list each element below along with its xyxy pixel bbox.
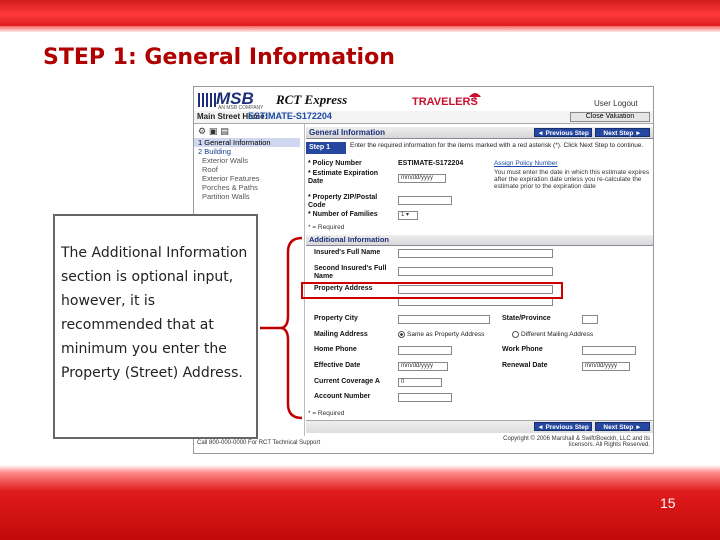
msb-bars-icon (198, 93, 216, 107)
product-name: RCT Express (276, 92, 348, 107)
work-phone-label: Work Phone (502, 346, 543, 353)
previous-step-button-bottom[interactable]: ◄ Previous Step (534, 422, 592, 431)
property-city-input[interactable] (398, 315, 490, 324)
state-label: State/Province (502, 315, 551, 322)
account-number-input[interactable] (398, 393, 452, 402)
policy-number-label: * Policy Number (308, 160, 362, 167)
property-address-highlight (301, 282, 563, 299)
required-note: * = Required (308, 224, 345, 231)
work-phone-input[interactable] (582, 346, 636, 355)
section-title: General Information (309, 128, 386, 137)
additional-info-title: Additional Information (309, 235, 389, 244)
expiration-note: You must enter the date in which this es… (494, 169, 650, 190)
insured-name-label: Insured's Full Name (314, 249, 381, 256)
top-red-band (0, 0, 720, 32)
nav-item-exterior-walls[interactable]: Exterior Walls (202, 156, 248, 165)
renewal-date-input[interactable]: mm/dd/yyyy (582, 362, 630, 371)
insured-name-input[interactable] (398, 249, 553, 258)
different-mailing-radio[interactable]: Different Mailing Address (512, 331, 593, 338)
home-phone-input[interactable] (398, 346, 452, 355)
next-step-button-bottom[interactable]: Next Step ► (595, 422, 650, 431)
nav-item-exterior-features[interactable]: Exterior Features (202, 174, 260, 183)
effective-date-input[interactable]: mm/dd/yyyy (398, 362, 448, 371)
families-label: * Number of Families (308, 211, 378, 218)
copyright-text: Copyright © 2006 Marshall & Swift/Boeckh… (503, 436, 650, 448)
next-step-button[interactable]: Next Step ► (595, 128, 650, 137)
second-insured-label: Second Insured's Full Name (314, 265, 387, 280)
required-note-2: * = Required (308, 410, 345, 417)
expiration-date-input[interactable]: mm/dd/yyyy (398, 174, 446, 183)
property-city-label: Property City (314, 315, 358, 322)
nav-item-general[interactable]: 1 General Information (194, 138, 300, 147)
brace-connector (260, 236, 303, 420)
previous-step-button[interactable]: ◄ Previous Step (534, 128, 592, 137)
umbrella-icon (469, 93, 481, 101)
slide-title: STEP 1: General Information (43, 45, 395, 70)
nav-item-porches[interactable]: Porches & Paths (202, 183, 258, 192)
families-select[interactable]: 1 ▾ (398, 211, 418, 220)
estimate-id: ESTIMATE-S172204 (248, 111, 332, 121)
support-text: Call 800-000-0000 For RCT Technical Supp… (197, 440, 321, 446)
screenshot-footer: Call 800-000-0000 For RCT Technical Supp… (194, 436, 653, 448)
same-as-property-radio[interactable]: Same as Property Address (398, 331, 484, 338)
estimate-header: Main Street Home: ESTIMATE-S172204 Close… (194, 111, 653, 124)
callout-text: The Additional Information section is op… (61, 245, 248, 381)
nav-toolbar-icons[interactable]: ⚙ ▣ ▤ (198, 127, 229, 137)
additional-info-header: Additional Information (306, 235, 653, 246)
state-input[interactable] (582, 315, 598, 324)
effective-date-label: Effective Date (314, 362, 361, 369)
nav-item-roof[interactable]: Roof (202, 165, 218, 174)
page-number: 15 (660, 495, 676, 511)
bottom-red-band (0, 465, 720, 540)
coverage-input[interactable]: 0 (398, 378, 442, 387)
nav-item-partition-walls[interactable]: Partition Walls (202, 192, 250, 201)
instructions: Enter the required information for the i… (350, 142, 644, 149)
policy-number-value: ESTIMATE-S172204 (398, 160, 464, 167)
zip-label: * Property ZIP/Postal Code (308, 194, 378, 209)
expiration-date-label: * Estimate Expiration Date (308, 170, 379, 185)
coverage-label: Current Coverage A (314, 378, 380, 385)
callout-box: The Additional Information section is op… (53, 214, 258, 439)
logo-row: MSB AN MSB COMPANY RCT Express TRAVELERS… (194, 87, 653, 111)
step-tag: Step 1 (306, 142, 346, 154)
close-valuation-button[interactable]: Close Valuation (570, 112, 650, 122)
renewal-date-label: Renewal Date (502, 362, 548, 369)
zip-input[interactable] (398, 196, 452, 205)
msb-logo: MSB AN MSB COMPANY (198, 89, 274, 111)
nav-item-building[interactable]: 2 Building (198, 147, 231, 156)
home-phone-label: Home Phone (314, 346, 357, 353)
account-number-label: Account Number (314, 393, 371, 400)
assign-policy-link[interactable]: Assign Policy Number (494, 160, 558, 167)
mailing-address-label: Mailing Address (314, 331, 368, 338)
second-insured-input[interactable] (398, 267, 553, 276)
logout-link[interactable]: User Logout (594, 99, 638, 108)
